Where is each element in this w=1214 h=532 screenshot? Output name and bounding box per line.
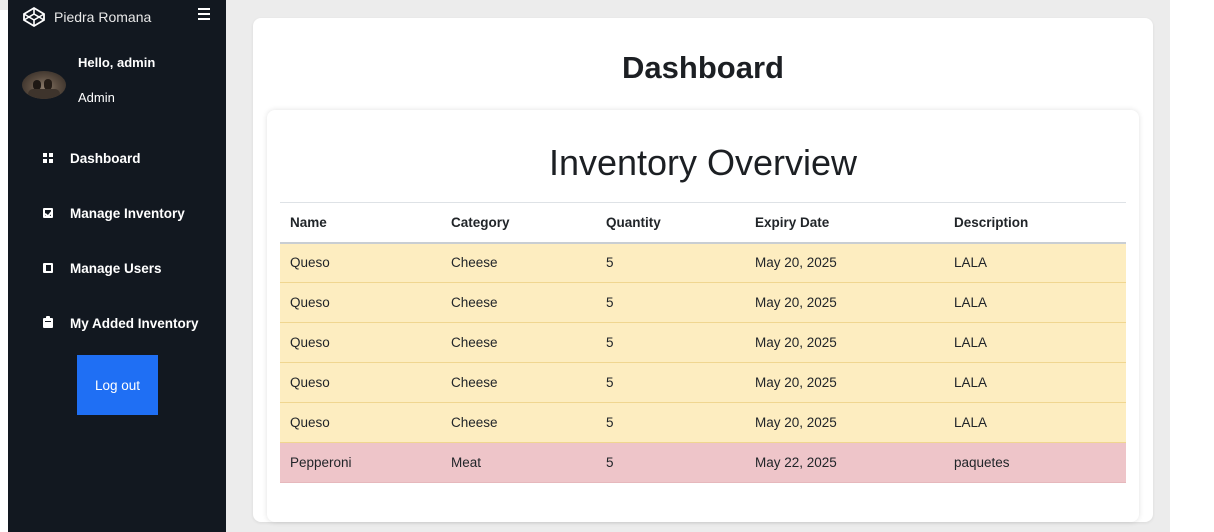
brand[interactable]: Piedra Romana bbox=[22, 6, 222, 28]
cell-quantity: 5 bbox=[596, 282, 745, 323]
clipboard-check-icon bbox=[43, 208, 53, 218]
table-row[interactable]: Queso Cheese 5 May 20, 2025 LALA bbox=[280, 282, 1126, 323]
column-header-name[interactable]: Name bbox=[280, 202, 441, 244]
inventory-table: Name Category Quantity Expiry Date Descr… bbox=[280, 202, 1126, 483]
sidebar-item-dashboard[interactable]: Dashboard bbox=[8, 145, 226, 171]
grid-icon bbox=[43, 153, 53, 163]
cell-category: Meat bbox=[441, 442, 596, 483]
app-frame: Piedra Romana Hello, admin Admin Dashboa… bbox=[0, 0, 1214, 532]
sidebar-item-manage-users[interactable]: Manage Users bbox=[8, 255, 226, 281]
cell-expiry-date: May 20, 2025 bbox=[745, 402, 944, 443]
clipboard-icon bbox=[43, 316, 53, 328]
brand-name: Piedra Romana bbox=[54, 9, 152, 25]
table-row[interactable]: Queso Cheese 5 May 20, 2025 LALA bbox=[280, 362, 1126, 403]
user-role: Admin bbox=[78, 90, 115, 105]
cell-category: Cheese bbox=[441, 402, 596, 443]
hamburger-menu-icon[interactable] bbox=[198, 8, 210, 20]
sidebar-item-my-added-inventory[interactable]: My Added Inventory bbox=[8, 310, 226, 336]
codepen-logo-icon bbox=[22, 6, 46, 28]
cell-category: Cheese bbox=[441, 322, 596, 363]
cell-quantity: 5 bbox=[596, 442, 745, 483]
sidebar-item-manage-inventory[interactable]: Manage Inventory bbox=[8, 200, 226, 226]
cell-name: Pepperoni bbox=[280, 442, 441, 483]
cell-expiry-date: May 20, 2025 bbox=[745, 242, 944, 283]
cell-expiry-date: May 20, 2025 bbox=[745, 282, 944, 323]
section-title: Inventory Overview bbox=[548, 142, 858, 183]
table-row[interactable]: Queso Cheese 5 May 20, 2025 LALA bbox=[280, 402, 1126, 443]
sidebar-item-label: My Added Inventory bbox=[70, 315, 199, 331]
cell-name: Queso bbox=[280, 362, 441, 403]
cell-name: Queso bbox=[280, 242, 441, 283]
cell-expiry-date: May 20, 2025 bbox=[745, 322, 944, 363]
dashboard-card: Dashboard Inventory Overview Name Catego… bbox=[253, 18, 1153, 522]
cell-quantity: 5 bbox=[596, 362, 745, 403]
right-margin bbox=[1170, 0, 1214, 532]
cell-description: LALA bbox=[944, 402, 1126, 443]
cell-name: Queso bbox=[280, 322, 441, 363]
cell-category: Cheese bbox=[441, 362, 596, 403]
column-header-description[interactable]: Description bbox=[944, 202, 1126, 244]
sidebar: Piedra Romana Hello, admin Admin Dashboa… bbox=[8, 0, 226, 532]
column-header-quantity[interactable]: Quantity bbox=[596, 202, 745, 244]
cell-description: LALA bbox=[944, 282, 1126, 323]
cell-quantity: 5 bbox=[596, 242, 745, 283]
cell-expiry-date: May 20, 2025 bbox=[745, 362, 944, 403]
table-row[interactable]: Queso Cheese 5 May 20, 2025 LALA bbox=[280, 242, 1126, 283]
table-header-row: Name Category Quantity Expiry Date Descr… bbox=[280, 202, 1126, 244]
cell-category: Cheese bbox=[441, 242, 596, 283]
sidebar-item-label: Manage Users bbox=[70, 260, 162, 276]
sidebar-item-label: Manage Inventory bbox=[70, 205, 185, 221]
column-header-expiry-date[interactable]: Expiry Date bbox=[745, 202, 944, 244]
page-title: Dashboard bbox=[622, 50, 784, 85]
cell-description: LALA bbox=[944, 242, 1126, 283]
logout-button[interactable]: Log out bbox=[77, 355, 158, 415]
cell-quantity: 5 bbox=[596, 402, 745, 443]
cell-description: LALA bbox=[944, 362, 1126, 403]
column-header-category[interactable]: Category bbox=[441, 202, 596, 244]
cell-name: Queso bbox=[280, 282, 441, 323]
users-icon bbox=[43, 263, 53, 273]
cell-quantity: 5 bbox=[596, 322, 745, 363]
cell-name: Queso bbox=[280, 402, 441, 443]
table-row[interactable]: Queso Cheese 5 May 20, 2025 LALA bbox=[280, 322, 1126, 363]
cell-expiry-date: May 22, 2025 bbox=[745, 442, 944, 483]
table-row[interactable]: Pepperoni Meat 5 May 22, 2025 paquetes bbox=[280, 442, 1126, 483]
cell-description: LALA bbox=[944, 322, 1126, 363]
inventory-overview-card: Inventory Overview Name Category Quantit… bbox=[267, 110, 1139, 522]
user-greeting: Hello, admin bbox=[78, 55, 156, 70]
cell-description: paquetes bbox=[944, 442, 1126, 483]
cell-category: Cheese bbox=[441, 282, 596, 323]
sidebar-item-label: Dashboard bbox=[70, 150, 141, 166]
avatar bbox=[22, 71, 66, 99]
